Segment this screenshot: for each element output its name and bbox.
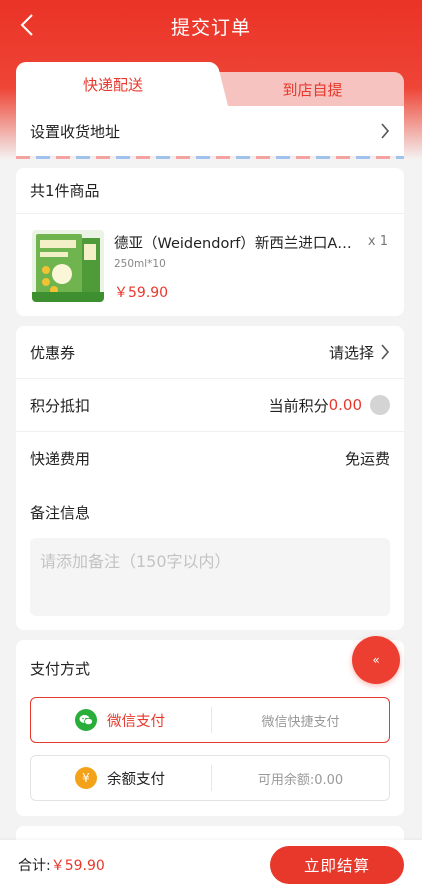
tab-express[interactable]: 快递配送 [16, 62, 210, 106]
coupon-label: 优惠券 [30, 343, 76, 362]
goods-card: 共1件商品 德亚（Weidendorf）新西兰进口A… x 1 250ml*10… [16, 168, 404, 316]
shipping-row: 快递费用 免运费 [16, 432, 404, 485]
float-expand-button[interactable]: « [352, 636, 400, 684]
remark-input[interactable]: 请添加备注（150字以内） [30, 538, 390, 616]
goods-count: 共1件商品 [16, 168, 404, 214]
chevron-left-icon [20, 14, 33, 36]
nav-bar: 提交订单 [0, 0, 422, 52]
tab-pickup[interactable]: 到店自提 [201, 72, 404, 106]
payment-title: 支付方式 [30, 660, 91, 678]
chevron-right-icon [381, 344, 390, 360]
back-button[interactable] [14, 12, 40, 38]
address-label: 设置收货地址 [30, 122, 121, 141]
product-price: ￥59.90 [114, 285, 169, 301]
product-quantity: x 1 [367, 234, 388, 249]
total-value: ￥59.90 [50, 858, 105, 874]
payment-card: 支付方式 微信支付 微信快捷支付 ¥ 余额支付 可用余额:0.00 [16, 640, 404, 816]
order-info-card: 优惠券 请选择 积分抵扣 当前积分 0.00 快递费用 免运费 备注信息 请添加… [16, 326, 404, 630]
shipping-label: 快递费用 [30, 450, 91, 468]
points-prefix: 当前积分 [268, 396, 329, 415]
double-chevron-left-icon: « [372, 653, 380, 667]
points-row: 积分抵扣 当前积分 0.00 [16, 379, 404, 432]
product-image[interactable] [32, 230, 104, 302]
remark-label: 备注信息 [30, 504, 91, 522]
points-value: 0.00 [328, 396, 362, 414]
delivery-card: 到店自提 快递配送 设置收货地址 [16, 62, 404, 159]
pay-option-label: 余额支付 [107, 771, 165, 788]
checkout-bar: 合计:￥59.90 立即结算 [0, 840, 422, 890]
pay-option-balance[interactable]: ¥ 余额支付 可用余额:0.00 [30, 755, 390, 801]
coupon-value: 请选择 [328, 343, 374, 362]
pay-option-wechat[interactable]: 微信支付 微信快捷支付 [30, 697, 390, 743]
product-spec: 250ml*10 [114, 258, 166, 270]
milk-box-picture [32, 230, 104, 302]
checkout-button[interactable]: 立即结算 [270, 846, 404, 884]
page-title: 提交订单 [170, 16, 251, 39]
points-toggle[interactable] [370, 395, 390, 415]
shipping-value: 免运费 [344, 450, 390, 468]
order-total: 合计:￥59.90 [18, 855, 105, 875]
product-name: 德亚（Weidendorf）新西兰进口A… [114, 236, 352, 252]
wechat-icon [75, 709, 97, 731]
set-address-row[interactable]: 设置收货地址 [16, 106, 404, 156]
envelope-border [16, 156, 404, 159]
coupon-row[interactable]: 优惠券 请选择 [16, 326, 404, 379]
points-label: 积分抵扣 [30, 396, 91, 415]
pay-option-label: 微信支付 [107, 713, 165, 730]
total-label: 合计: [18, 858, 51, 874]
yen-icon: ¥ [75, 767, 97, 789]
pay-option-desc: 可用余额:0.00 [257, 772, 344, 788]
pay-option-desc: 微信快捷支付 [261, 714, 340, 730]
chevron-right-icon [381, 123, 390, 139]
